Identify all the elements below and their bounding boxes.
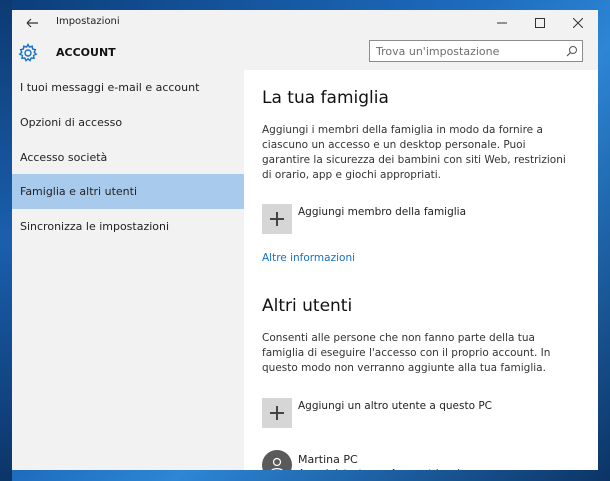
minimize-button[interactable]	[484, 10, 520, 36]
sidebar-item-family-other-users[interactable]: Famiglia e altri utenti	[12, 174, 244, 209]
page-title: ACCOUNT	[56, 46, 116, 59]
desktop-background	[0, 0, 12, 481]
close-icon	[573, 18, 583, 28]
maximize-button[interactable]	[522, 10, 558, 36]
title-bar: Impostazioni	[12, 10, 598, 36]
search-icon[interactable]	[566, 45, 578, 57]
window-title: Impostazioni	[56, 16, 120, 27]
user-name[interactable]: Martina PC	[298, 453, 358, 466]
add-family-member-button[interactable]	[262, 204, 292, 234]
other-users-section-title: Altri utenti	[262, 296, 353, 316]
sidebar-item-label: Accesso società	[20, 151, 108, 164]
search-box[interactable]	[369, 40, 583, 62]
more-info-link[interactable]: Altre informazioni	[262, 252, 355, 264]
add-other-user-label[interactable]: Aggiungi un altro utente a questo PC	[298, 400, 492, 412]
sidebar-item-label: I tuoi messaggi e-mail e account	[20, 81, 200, 94]
family-section-title: La tua famiglia	[262, 88, 389, 108]
sidebar-item-label: Sincronizza le impostazioni	[20, 220, 170, 233]
other-users-description: Consenti alle persone che non fanno part…	[262, 332, 551, 374]
sidebar-item-sync-settings[interactable]: Sincronizza le impostazioni	[12, 209, 244, 244]
sidebar-item-label: Opzioni di accesso	[20, 116, 123, 129]
close-button[interactable]	[560, 10, 596, 36]
avatar[interactable]	[262, 450, 292, 470]
sidebar-item-email-accounts[interactable]: I tuoi messaggi e-mail e account	[12, 70, 244, 105]
header: ACCOUNT	[12, 36, 598, 70]
main-content: La tua famiglia Aggiungi i membri della …	[244, 70, 598, 470]
search-input[interactable]	[376, 41, 556, 61]
back-button[interactable]	[20, 14, 44, 32]
sidebar-item-sign-in-options[interactable]: Opzioni di accesso	[12, 105, 244, 140]
settings-window: Impostazioni ACCOUNT Trova un'impostazio…	[12, 10, 598, 470]
maximize-icon	[535, 18, 545, 28]
sidebar-item-work-access[interactable]: Accesso società	[12, 140, 244, 175]
add-other-user-button[interactable]	[262, 398, 292, 428]
family-description: Aggiungi i membri della famiglia in modo…	[262, 124, 566, 181]
back-arrow-icon	[26, 18, 38, 28]
user-role: Amministratore - Account locale	[298, 468, 467, 470]
minimize-icon	[497, 22, 507, 24]
gear-icon	[18, 43, 38, 62]
user-icon	[271, 457, 283, 470]
sidebar-item-label: Famiglia e altri utenti	[20, 185, 138, 198]
add-family-member-label[interactable]: Aggiungi membro della famiglia	[298, 206, 466, 218]
